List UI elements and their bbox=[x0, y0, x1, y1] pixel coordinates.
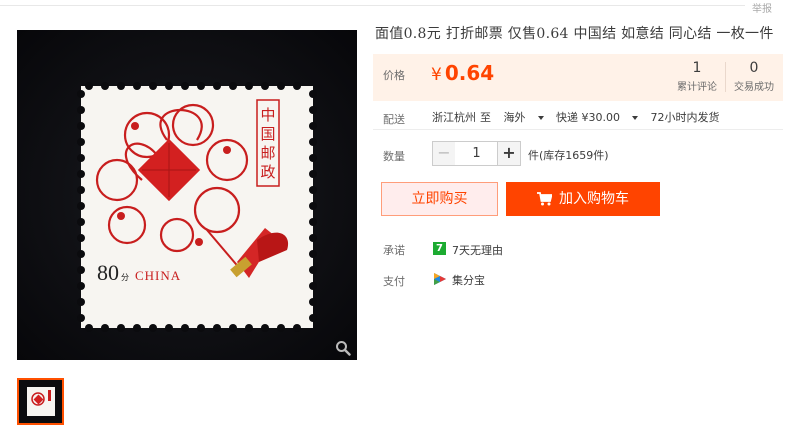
stat-transactions-count: 0 bbox=[749, 60, 759, 76]
currency-symbol: ¥ bbox=[431, 65, 442, 85]
product-title: 面值0.8元 打折邮票 仅售0.64 中国结 如意结 同心结 一枚一件 bbox=[375, 26, 774, 42]
thumbnail-image bbox=[19, 380, 62, 423]
stat-divider bbox=[725, 62, 726, 92]
buy-now-button[interactable]: 立即购买 bbox=[381, 182, 498, 216]
stamp-org-char-4: 政 bbox=[260, 163, 275, 181]
shipping-destination: 海外 bbox=[503, 111, 526, 124]
shipping-time: 72小时内发货 bbox=[650, 111, 720, 124]
stat-reviews-count: 1 bbox=[692, 60, 702, 76]
quantity-increase-button[interactable]: + bbox=[497, 141, 521, 166]
stat-reviews[interactable]: 1 累计评论 bbox=[673, 60, 721, 93]
main-product-image[interactable]: 中 国 邮 政 80 分 CHINA bbox=[17, 30, 357, 360]
stamp-illustration: 中 国 邮 政 80 分 CHINA bbox=[17, 30, 357, 360]
jifenbao-icon bbox=[434, 273, 446, 285]
add-to-cart-button[interactable]: 加入购物车 bbox=[506, 182, 660, 216]
shipping-row: 浙江杭州至 海外 快递 ¥30.00 72小时内发货 bbox=[432, 109, 729, 125]
report-link[interactable]: 举报 bbox=[752, 0, 772, 15]
stamp-unit: 分 bbox=[121, 273, 129, 282]
shipping-method: 快递 ¥30.00 bbox=[556, 111, 620, 124]
promise-text[interactable]: 7天无理由 bbox=[452, 242, 503, 258]
chevron-down-icon bbox=[537, 116, 544, 120]
top-divider bbox=[0, 5, 745, 6]
stamp-org-char-1: 中 bbox=[260, 106, 275, 124]
stamp-org-char-3: 邮 bbox=[260, 144, 275, 162]
chevron-down-icon bbox=[632, 116, 638, 120]
shipping-method-select[interactable]: 快递 ¥30.00 bbox=[556, 111, 638, 124]
price-amount: 0.64 bbox=[444, 61, 495, 85]
price-value: ¥0.64 bbox=[431, 61, 494, 85]
stamp-org-char-2: 国 bbox=[260, 125, 275, 143]
shipping-to-word: 至 bbox=[480, 111, 491, 124]
payment-text[interactable]: 集分宝 bbox=[452, 272, 485, 288]
section-divider bbox=[373, 129, 783, 130]
payment-label: 支付 bbox=[383, 275, 405, 288]
stamp-country: CHINA bbox=[135, 268, 181, 283]
thumbnail-1[interactable] bbox=[17, 378, 64, 425]
cart-icon bbox=[537, 192, 553, 206]
zoom-icon[interactable] bbox=[335, 340, 351, 356]
promise-label: 承诺 bbox=[383, 244, 405, 257]
stamp-value: 80 bbox=[97, 260, 119, 285]
price-label: 价格 bbox=[383, 69, 405, 82]
shipping-from: 浙江杭州 bbox=[432, 111, 476, 124]
stat-transactions[interactable]: 0 交易成功 bbox=[729, 60, 779, 93]
seven-day-return-icon: 7 bbox=[433, 242, 446, 255]
price-box: 价格 ¥0.64 1 累计评论 0 交易成功 bbox=[373, 54, 783, 101]
shipping-destination-select[interactable]: 海外 bbox=[504, 111, 544, 124]
quantity-decrease-button[interactable]: − bbox=[432, 141, 456, 166]
shipping-label: 配送 bbox=[383, 113, 405, 126]
quantity-input[interactable] bbox=[455, 141, 498, 166]
stock-info: 件(库存1659件) bbox=[528, 149, 609, 162]
quantity-label: 数量 bbox=[383, 150, 405, 163]
stat-reviews-label: 累计评论 bbox=[677, 82, 717, 93]
add-to-cart-label: 加入购物车 bbox=[559, 191, 629, 207]
stat-transactions-label: 交易成功 bbox=[734, 82, 774, 93]
